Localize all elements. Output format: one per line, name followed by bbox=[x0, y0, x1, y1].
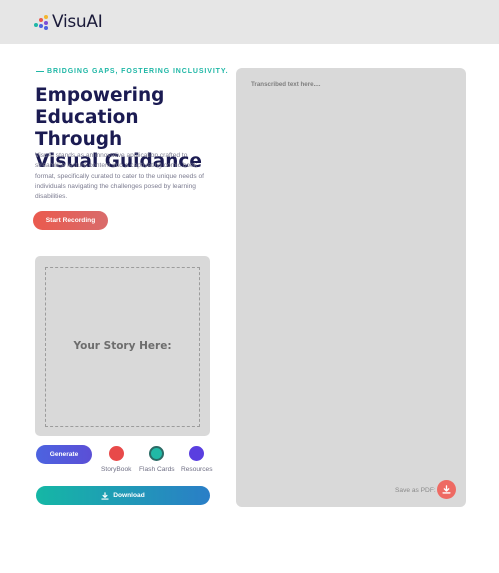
save-pdf-button[interactable] bbox=[437, 480, 456, 499]
option-resources[interactable]: Resources bbox=[181, 446, 213, 473]
save-pdf-label: Save as PDF: bbox=[395, 487, 436, 494]
flash-cards-dot[interactable] bbox=[149, 446, 165, 461]
logo-icon bbox=[34, 14, 49, 30]
download-button[interactable]: Download bbox=[36, 486, 210, 505]
start-recording-button[interactable]: Start Recording bbox=[33, 211, 108, 230]
hero-title-line2: Education Through bbox=[35, 107, 139, 150]
story-placeholder: Your Story Here: bbox=[73, 340, 172, 352]
option-label: Flash Cards bbox=[139, 466, 175, 473]
app-name: VisuAI bbox=[52, 12, 103, 32]
tagline-text: BRIDGING GAPS, FOSTERING INCLUSIVITY. bbox=[47, 68, 229, 75]
download-icon bbox=[442, 485, 451, 494]
option-label: StoryBook bbox=[101, 466, 132, 473]
download-icon bbox=[101, 491, 109, 500]
tagline-dash bbox=[36, 70, 44, 72]
resources-dot[interactable] bbox=[189, 446, 205, 461]
option-storybook[interactable]: StoryBook bbox=[101, 446, 131, 473]
storybook-dot[interactable] bbox=[108, 446, 124, 461]
transcript-panel[interactable]: Transcribed text here.... Save as PDF: bbox=[236, 68, 466, 507]
transcript-placeholder: Transcribed text here.... bbox=[251, 81, 321, 88]
option-flash-cards[interactable]: Flash Cards bbox=[139, 446, 175, 473]
app-header: VisuAI bbox=[0, 0, 499, 44]
story-panel: Your Story Here: bbox=[35, 256, 210, 436]
option-label: Resources bbox=[181, 466, 213, 473]
generate-button[interactable]: Generate bbox=[36, 445, 92, 464]
app-logo[interactable]: VisuAI bbox=[34, 12, 103, 32]
download-label: Download bbox=[113, 492, 145, 499]
hero-description: VisuAI stands as an innovative applicati… bbox=[35, 152, 204, 201]
hero-title-line1: Empowering bbox=[35, 85, 165, 106]
hero-tagline: BRIDGING GAPS, FOSTERING INCLUSIVITY. bbox=[36, 68, 228, 75]
